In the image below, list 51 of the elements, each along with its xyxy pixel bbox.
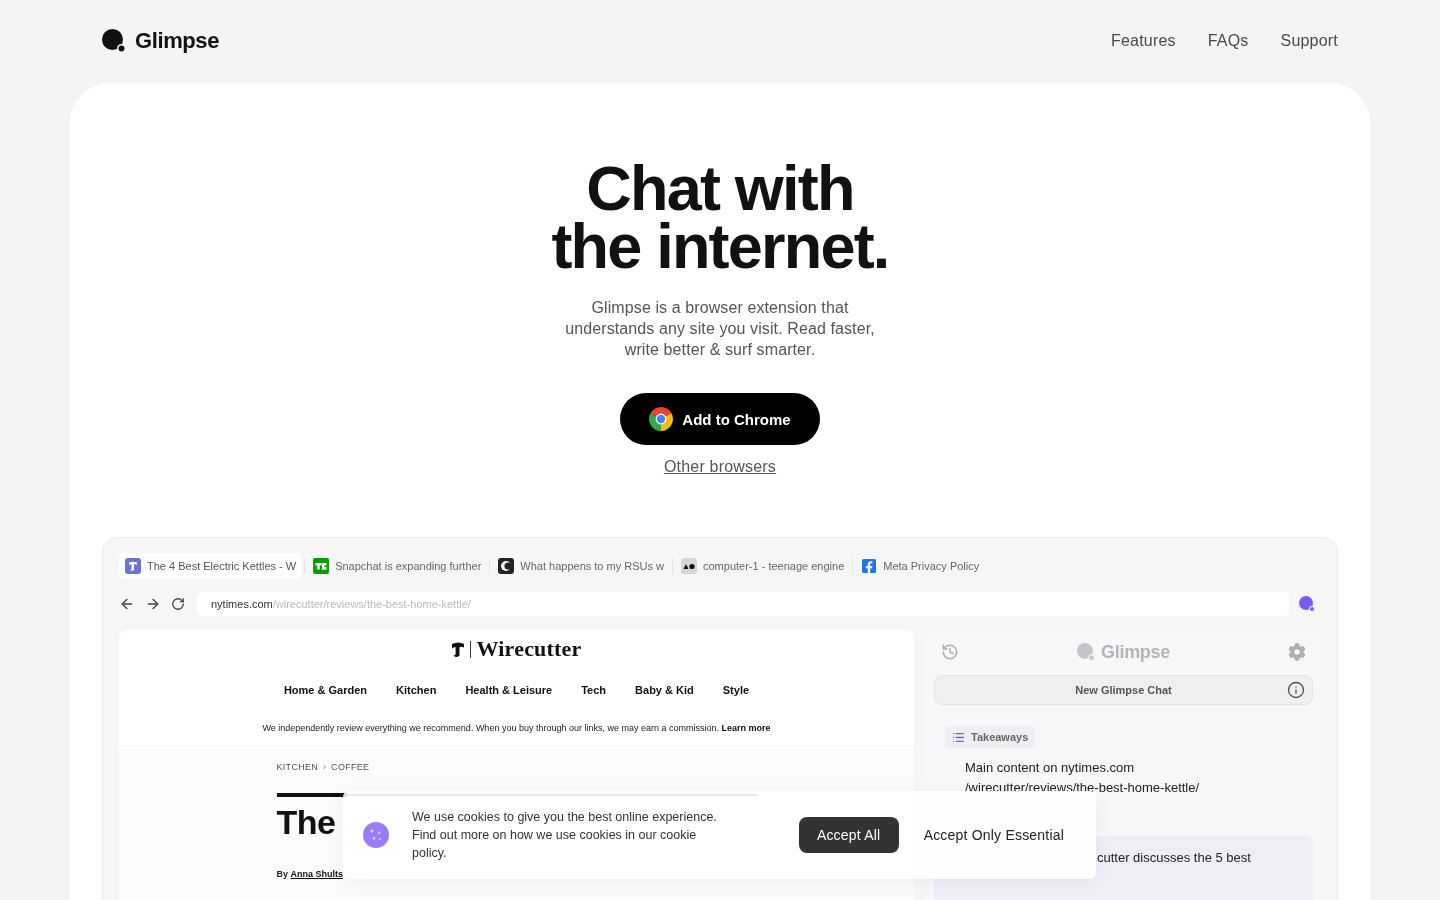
- site-logo-text: Wirecutter: [476, 636, 582, 662]
- author-link[interactable]: Anna Shults: [290, 869, 344, 879]
- category-link[interactable]: Health & Leisure: [465, 684, 553, 696]
- hero-subtitle: Glimpse is a browser extension that understands any site you visit. Read faster, write better & surf smarter.: [564, 298, 876, 360]
- article-headline: The: [276, 802, 336, 842]
- category-link[interactable]: Tech: [581, 684, 607, 696]
- logo-icon: [1077, 643, 1096, 661]
- breadcrumb-link[interactable]: COFFEE: [331, 762, 370, 772]
- browser-tab[interactable]: What happens to my RSUs w: [492, 553, 670, 579]
- logo-icon: [102, 29, 126, 53]
- browser-tab[interactable]: Snapchat is expanding further: [307, 553, 488, 579]
- logo-text: Glimpse: [1101, 641, 1170, 663]
- category-link[interactable]: Home & Garden: [283, 684, 368, 696]
- accept-all-button[interactable]: Accept All: [798, 817, 899, 853]
- category-link[interactable]: Baby & Kid: [635, 684, 694, 696]
- favicon-icon: [861, 558, 878, 574]
- cookie-text: We use cookies to give you the best online experience. Find out more on how we use cookies in our cookie policy.: [412, 809, 718, 862]
- breadcrumb-separator: ›: [323, 762, 327, 772]
- other-browsers-link[interactable]: Other browsers: [663, 457, 777, 477]
- category-link[interactable]: Style: [722, 684, 750, 696]
- favicon-icon: [313, 558, 330, 574]
- nav-link[interactable]: FAQs: [1207, 32, 1249, 50]
- category-link[interactable]: Kitchen: [396, 684, 437, 696]
- cookie-icon: [363, 822, 389, 848]
- takeaways-button[interactable]: Takeaways: [945, 726, 1036, 748]
- nav-link[interactable]: Support: [1280, 32, 1338, 50]
- browser-tab[interactable]: computer-1 - teenage engine: [675, 553, 851, 579]
- summary-text: Main content on nytimes.com /wirecutter/reviews/the-best-home-kettle/: [965, 759, 1201, 797]
- favicon-icon: [498, 558, 515, 574]
- install-button[interactable]: Add to Chrome: [620, 393, 820, 445]
- extension-icon[interactable]: [1299, 596, 1315, 612]
- logo-link[interactable]: Glimpse: [102, 28, 219, 54]
- emblem-icon: [451, 640, 466, 658]
- browser-logo-icon: [649, 407, 674, 431]
- list-icon: [952, 730, 965, 744]
- info-icon[interactable]: [1287, 681, 1305, 699]
- disclosure-text: We independently review everything we recommend. When you buy through our links, we may earn a commission. Learn more: [262, 722, 771, 735]
- arrow-left-icon[interactable]: [119, 596, 135, 612]
- nav-link[interactable]: Features: [1111, 32, 1176, 50]
- breadcrumb-link[interactable]: KITCHEN: [276, 762, 319, 772]
- byline: By Anna Shults: [276, 868, 344, 881]
- favicon-icon: [681, 558, 697, 574]
- new-chat-button[interactable]: New Glimpse Chat: [934, 675, 1313, 705]
- learn-more-link[interactable]: Learn more: [721, 723, 771, 733]
- browser-tab[interactable]: The 4 Best Electric Kettles - W: [119, 553, 303, 579]
- favicon-icon: [125, 558, 141, 574]
- browser-tab[interactable]: Meta Privacy Policy: [855, 553, 986, 579]
- arrow-right-icon[interactable]: [145, 596, 161, 612]
- reload-icon[interactable]: [171, 597, 185, 611]
- hero-title: Chat with the internet.: [550, 159, 890, 275]
- address-field[interactable]: nytimes.com/wirecutter/reviews/the-best-home-kettle/: [197, 592, 1289, 616]
